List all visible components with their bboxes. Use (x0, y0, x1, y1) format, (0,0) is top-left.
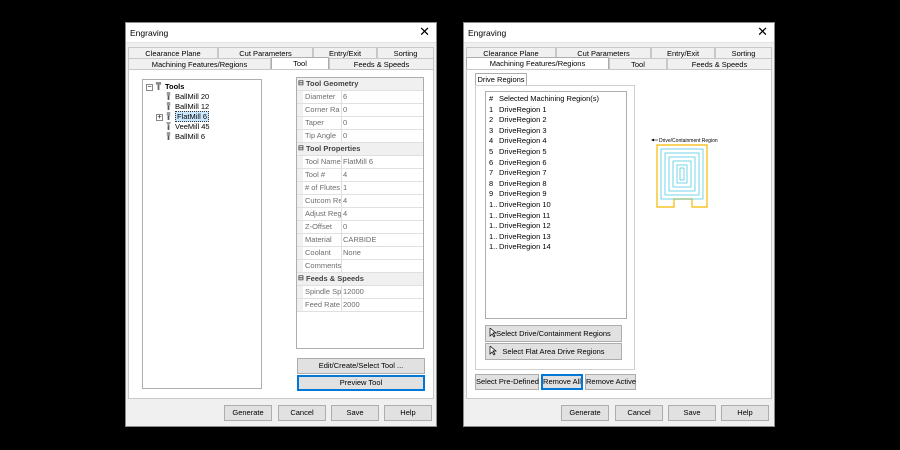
list-item[interactable]: 9 DriveRegion 9 (486, 189, 626, 200)
list-item[interactable]: 1.. DriveRegion 10 (486, 200, 626, 211)
grid-category[interactable]: ⊟ Tool Geometry (297, 78, 423, 91)
save-button[interactable]: Save (331, 405, 379, 421)
title-bar[interactable]: Engraving ✕ (126, 23, 436, 43)
grid-row[interactable]: Cutcom Re 4 (297, 195, 423, 208)
close-icon[interactable]: ✕ (419, 24, 430, 40)
list-item[interactable]: 1.. DriveRegion 14 (486, 242, 626, 253)
dialog-title: Engraving (468, 28, 507, 38)
select-flat-area-drive-regions-button[interactable]: Select Flat Area Drive Regions (485, 343, 622, 360)
tab-feeds-speeds[interactable]: Feeds & Speeds (667, 58, 772, 69)
toolholder-icon (155, 82, 162, 90)
list-item[interactable]: 6 DriveRegion 6 (486, 158, 626, 169)
edit-create-select-tool-button[interactable]: Edit/Create/Select Tool ... (297, 358, 425, 374)
tree-item-label: VeeMill 45 (175, 122, 210, 131)
subtab-drive-regions[interactable]: Drive Regions (475, 73, 527, 85)
grid-category[interactable]: ⊟ Tool Properties (297, 143, 423, 156)
grid-row[interactable]: Taper 0 (297, 117, 423, 130)
tree-item[interactable]: BallMill 6 (165, 132, 205, 142)
grid-row[interactable]: Corner Ra 0 (297, 104, 423, 117)
grid-row[interactable]: Coolant None (297, 247, 423, 260)
tool-icon (166, 132, 171, 140)
tree-item-label: BallMill 6 (175, 132, 206, 141)
tool-icon (166, 112, 171, 120)
list-item[interactable]: 3 DriveRegion 3 (486, 126, 626, 137)
tree-item-selected[interactable]: FlatMill 6 (165, 111, 210, 122)
list-item[interactable]: 8 DriveRegion 8 (486, 179, 626, 190)
tool-icon (166, 92, 171, 100)
tree-item-label: BallMill 12 (175, 102, 210, 111)
tree-root-tools[interactable]: Tools (155, 82, 184, 92)
remove-all-button[interactable]: Remove All (541, 374, 583, 390)
grid-row[interactable]: Tool Name FlatMill 6 (297, 156, 423, 169)
tab-row-bottom: Machining Features/Regions Tool Feeds & … (466, 57, 772, 69)
help-button[interactable]: Help (721, 405, 769, 421)
drive-region-preview: Drive/Containment Region (649, 135, 721, 215)
remove-active-button[interactable]: Remove Active (585, 374, 636, 390)
engraving-dialog-tool: Engraving ✕ Clearance Plane Cut Paramete… (125, 22, 437, 427)
list-item[interactable]: 7 DriveRegion 7 (486, 168, 626, 179)
selected-regions-list[interactable]: # Selected Machining Region(s) 1 DriveRegi… (485, 91, 627, 319)
grid-row[interactable]: Diameter 6 (297, 91, 423, 104)
engraving-dialog-regions: Engraving ✕ Clearance Plane Cut Paramete… (463, 22, 775, 427)
tab-machining-features[interactable]: Machining Features/Regions (466, 57, 609, 69)
region-preview-graphic: Drive/Containment Region (651, 138, 718, 208)
list-item[interactable]: 1.. DriveRegion 13 (486, 232, 626, 243)
grid-row[interactable]: # of Flutes 1 (297, 182, 423, 195)
tree-root-label: Tools (165, 82, 185, 91)
cancel-button[interactable]: Cancel (615, 405, 663, 421)
grid-row[interactable]: Comments (297, 260, 423, 273)
tab-clearance-plane[interactable]: Clearance Plane (128, 47, 218, 58)
tool-property-grid[interactable]: ⊟ Tool Geometry Diameter 6 Corner Ra 0 Tape… (296, 77, 424, 349)
tab-entry-exit[interactable]: Entry/Exit (651, 47, 715, 58)
generate-button[interactable]: Generate (561, 405, 609, 421)
tab-sorting[interactable]: Sorting (715, 47, 772, 58)
grid-row[interactable]: Adjust Reg 4 (297, 208, 423, 221)
list-item[interactable]: 1.. DriveRegion 12 (486, 221, 626, 232)
title-bar[interactable]: Engraving ✕ (464, 23, 774, 43)
tree-item-label: BallMill 20 (175, 92, 210, 101)
list-item[interactable]: 2 DriveRegion 2 (486, 115, 626, 126)
tab-machining-features[interactable]: Machining Features/Regions (128, 58, 271, 69)
grid-row[interactable]: Tip Angle 0 (297, 130, 423, 143)
select-pre-defined-button[interactable]: Select Pre-Defined (475, 374, 539, 390)
collapse-icon[interactable]: ⊟ (298, 143, 304, 155)
grid-row[interactable]: Spindle Sp 12000 (297, 286, 423, 299)
preview-tool-button[interactable]: Preview Tool (297, 375, 425, 391)
preview-caption: Drive/Containment Region (659, 138, 718, 144)
collapse-icon[interactable]: ⊟ (298, 78, 304, 90)
save-button[interactable]: Save (668, 405, 716, 421)
list-item[interactable]: 1 DriveRegion 1 (486, 105, 626, 116)
close-icon[interactable]: ✕ (757, 24, 768, 40)
cancel-button[interactable]: Cancel (278, 405, 326, 421)
grid-row[interactable]: Z-Offset 0 (297, 221, 423, 234)
expand-icon[interactable]: + (156, 114, 163, 121)
tree-item[interactable]: VeeMill 45 (165, 122, 210, 132)
dialog-title: Engraving (130, 28, 169, 38)
list-item[interactable]: 5 DriveRegion 5 (486, 147, 626, 158)
generate-button[interactable]: Generate (224, 405, 272, 421)
tool-tree[interactable]: − Tools BallMill 20 BallMill 12 + FlatMi… (142, 79, 262, 389)
help-button[interactable]: Help (384, 405, 432, 421)
tool-icon (166, 102, 171, 110)
grid-row[interactable]: Feed Rate 2000 (297, 299, 423, 312)
grid-row[interactable]: Material CARBIDE (297, 234, 423, 247)
list-item[interactable]: 1.. DriveRegion 11 (486, 211, 626, 222)
collapse-icon[interactable]: − (146, 84, 153, 91)
select-drive-containment-regions-button[interactable]: Select Drive/Containment Regions (485, 325, 622, 342)
tree-item-label: FlatMill 6 (175, 111, 210, 122)
tab-sorting[interactable]: Sorting (377, 47, 434, 58)
tab-feeds-speeds[interactable]: Feeds & Speeds (329, 58, 434, 69)
tab-tool[interactable]: Tool (271, 57, 329, 69)
grid-row[interactable]: Tool #4 (297, 169, 423, 182)
tab-row-bottom: Machining Features/Regions Tool Feeds & … (128, 57, 434, 69)
collapse-icon[interactable]: ⊟ (298, 273, 304, 285)
list-item[interactable]: 4 DriveRegion 4 (486, 136, 626, 147)
grid-category[interactable]: ⊟ Feeds & Speeds (297, 273, 423, 286)
tab-tool[interactable]: Tool (609, 58, 667, 69)
vee-tool-icon (165, 122, 172, 130)
list-header: # Selected Machining Region(s) (489, 94, 600, 103)
tree-item[interactable]: BallMill 20 (165, 92, 209, 102)
